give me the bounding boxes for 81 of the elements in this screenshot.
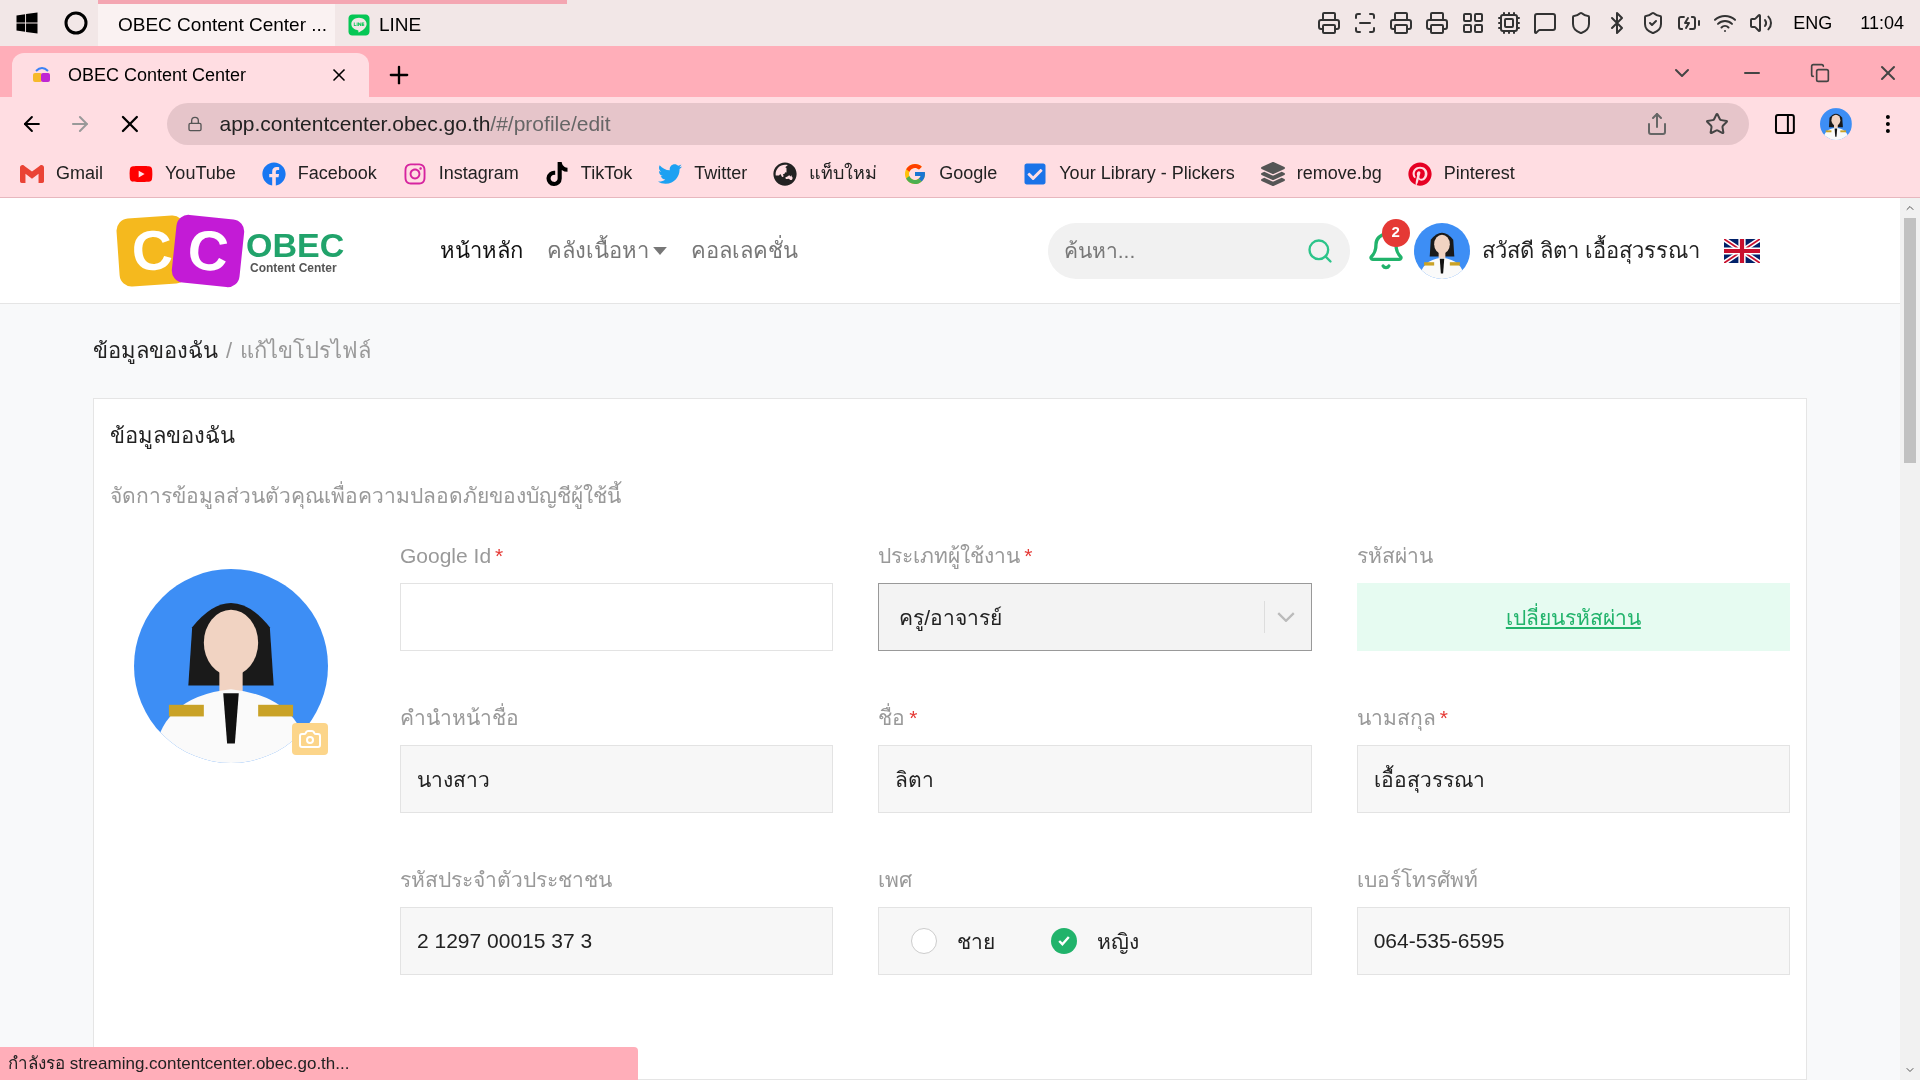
- pinterest-icon: [1407, 161, 1432, 186]
- text-field[interactable]: 2 1297 00015 37 3: [400, 907, 834, 976]
- required-asterisk: *: [909, 704, 918, 731]
- lock-icon: [187, 115, 204, 132]
- nav-link[interactable]: คลังเนื้อหา: [547, 234, 668, 267]
- caret-icon: [653, 246, 668, 255]
- layers-icon: [1260, 161, 1285, 186]
- chevron-down-icon: [1276, 612, 1295, 623]
- bookmark-link[interactable]: Your Library - Plickers: [1023, 160, 1235, 187]
- address-bar[interactable]: app.contentcenter.obec.go.th/#/profile/edit: [167, 102, 1749, 145]
- bookmark-link[interactable]: Google: [903, 160, 998, 187]
- bookmark-link[interactable]: แท็บใหม่: [773, 160, 878, 187]
- checkbox-icon: [1023, 161, 1048, 186]
- taskbar-app[interactable]: OBEC Content Center ...: [98, 0, 335, 46]
- field-label: ประเภทผู้ใช้งาน: [878, 542, 1021, 571]
- select-field[interactable]: ครู/อาจารย์: [878, 583, 1312, 652]
- chat-icon[interactable]: [1533, 11, 1558, 35]
- nav-link[interactable]: คอลเลคชั่น: [691, 234, 799, 267]
- flag-icon[interactable]: [1724, 238, 1760, 263]
- twitter-icon: [658, 161, 683, 186]
- scanner-icon[interactable]: [1353, 11, 1378, 35]
- status-bar: กำลังรอ streaming.contentcenter.obec.go.th...: [0, 1047, 638, 1080]
- windows-icon[interactable]: [15, 11, 39, 35]
- bookmark-link[interactable]: remove.bg: [1260, 160, 1382, 187]
- google-icon: [903, 161, 928, 186]
- field-label: คำนำหน้าชื่อ: [400, 702, 519, 731]
- bookmark-star-icon[interactable]: [1704, 111, 1729, 136]
- required-asterisk: *: [495, 542, 504, 569]
- printer-icon[interactable]: [1425, 11, 1450, 35]
- text-field[interactable]: ลิตา: [878, 745, 1312, 814]
- bookmark-link[interactable]: YouTube: [129, 160, 236, 187]
- bookmark-link[interactable]: Gmail: [20, 160, 103, 187]
- field-label: รหัสประจำตัวประชาชน: [400, 866, 612, 893]
- profile-avatar: [1820, 107, 1853, 140]
- notification-badge: 2: [1381, 218, 1410, 247]
- tiktok-icon: [544, 161, 569, 186]
- side-panel-icon[interactable]: [1772, 111, 1797, 136]
- radio-option[interactable]: ชาย: [911, 925, 996, 958]
- field-label: นามสกุล: [1356, 704, 1436, 733]
- facebook-icon: [261, 161, 286, 186]
- breadcrumb-current: แก้ไขโปรไฟล์: [240, 337, 372, 366]
- required-asterisk: *: [1439, 704, 1448, 731]
- search-field[interactable]: ค้นหา...: [1047, 222, 1350, 279]
- bookmark-link[interactable]: Twitter: [658, 160, 748, 187]
- field-label: เพศ: [878, 866, 913, 893]
- text-field[interactable]: 064-535-6595: [1356, 907, 1790, 976]
- search-icon[interactable]: [64, 11, 88, 35]
- breadcrumb-separator: /: [226, 337, 233, 366]
- card-title: ข้อมูลของฉัน: [110, 421, 236, 451]
- globe-icon: [773, 161, 798, 186]
- chip-icon[interactable]: [1497, 11, 1522, 35]
- volume-icon[interactable]: [1749, 11, 1774, 35]
- restore-icon[interactable]: [1810, 63, 1830, 83]
- bookmark-link[interactable]: TikTok: [544, 160, 633, 187]
- line-icon: [347, 13, 371, 37]
- text-field[interactable]: นางสาว: [400, 745, 834, 814]
- breadcrumb-link[interactable]: ข้อมูลของฉัน: [93, 334, 218, 368]
- bookmark-link[interactable]: Instagram: [402, 160, 519, 187]
- field-label: Google Id: [400, 542, 492, 569]
- scrollbar-thumb[interactable]: [1904, 218, 1916, 463]
- printer-icon[interactable]: [1389, 11, 1414, 35]
- field-label: เบอร์โทรศัพท์: [1356, 866, 1478, 893]
- card-subtitle: จัดการข้อมูลส่วนตัวคุณเพื่อความปลอดภัยของบัญชีผู้ใช้นี้: [110, 480, 623, 511]
- bookmark-link[interactable]: Facebook: [261, 160, 377, 187]
- radio-option[interactable]: หญิง: [1051, 925, 1140, 958]
- nav-link[interactable]: หน้าหลัก: [440, 234, 524, 267]
- bookmark-link[interactable]: Pinterest: [1407, 160, 1515, 187]
- browser-tab[interactable]: OBEC Content Center: [12, 53, 369, 97]
- user-greeting[interactable]: สวัสดี ลิตา เอื้อสุวรรณา: [1481, 234, 1700, 267]
- grid-icon[interactable]: [1461, 11, 1486, 35]
- search-icon: [1305, 236, 1334, 265]
- text-field[interactable]: เอื้อสุวรรณา: [1356, 745, 1790, 814]
- printer-icon[interactable]: [1317, 11, 1342, 35]
- field-label: ชื่อ: [878, 702, 906, 731]
- clock: 11:04: [1860, 11, 1904, 35]
- favicon: [32, 65, 52, 85]
- language-indicator: ENG: [1793, 11, 1833, 35]
- text-field[interactable]: [400, 583, 834, 652]
- instagram-icon: [402, 161, 427, 186]
- field-label: รหัสผ่าน: [1356, 542, 1433, 569]
- required-asterisk: *: [1024, 542, 1033, 569]
